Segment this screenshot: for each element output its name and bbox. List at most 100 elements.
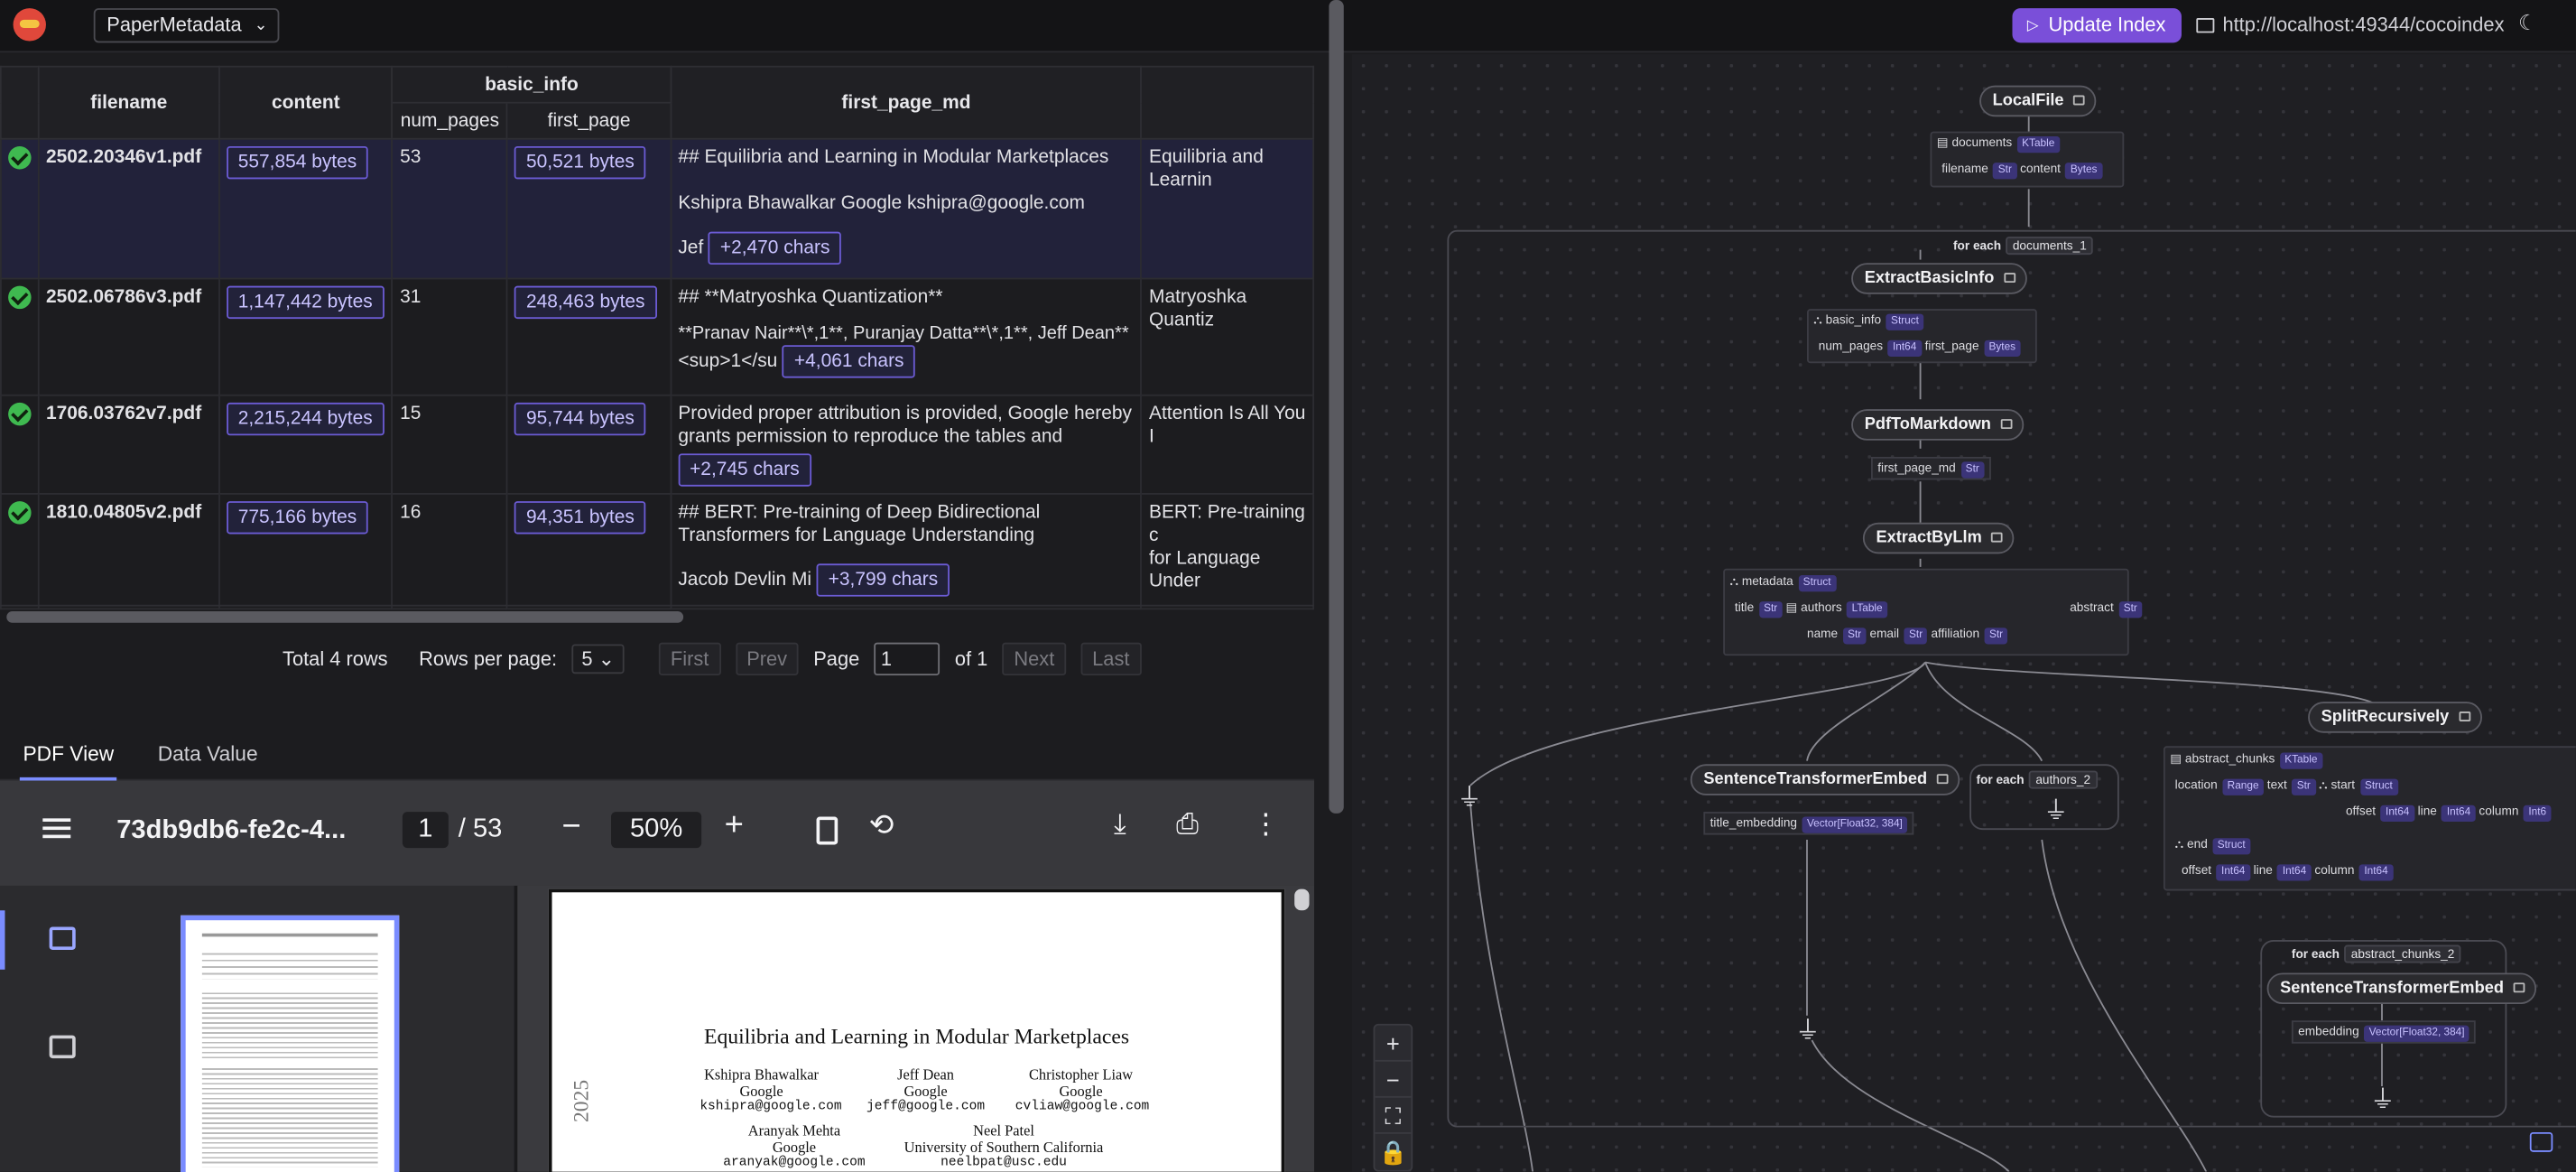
more-chars-pill[interactable]: +3,799 chars xyxy=(816,563,950,597)
node-local-file[interactable]: LocalFile xyxy=(1979,85,2097,117)
export-funnel-icon[interactable]: ⏚ xyxy=(2043,792,2068,826)
content-pill[interactable]: 557,854 bytes xyxy=(226,145,368,180)
node-info-icon xyxy=(2004,273,2015,284)
author-block: Jeff Dean Google jeff@google.com xyxy=(866,1066,986,1114)
more-chars-pill[interactable]: +2,745 chars xyxy=(678,453,811,487)
theme-toggle-moon-icon[interactable]: ☾ xyxy=(2518,10,2537,36)
export-funnel-icon[interactable]: ⏚ xyxy=(1457,779,1481,814)
check-icon xyxy=(8,145,32,170)
node-pdf-to-markdown[interactable]: PdfToMarkdown xyxy=(1851,409,2025,441)
first-page-pill[interactable]: 94,351 bytes xyxy=(514,501,646,535)
horizontal-scrollbar[interactable] xyxy=(6,611,684,623)
page-scrollbar[interactable] xyxy=(1294,888,1310,911)
first-page-button[interactable]: First xyxy=(659,642,721,676)
md-line: ## BERT: Pre-training of Deep Bidirectio… xyxy=(678,502,1041,523)
pdf-zoom-value[interactable]: 50% xyxy=(611,812,702,849)
arxiv-margin-year: 2025 xyxy=(568,1079,594,1123)
table-row[interactable]: 1706.03762v7.pdf 2,215,244 bytes 15 95,7… xyxy=(0,394,1314,495)
export-funnel-icon[interactable]: ⏚ xyxy=(1795,1012,1820,1046)
field-row: ⛬ metadata Struct xyxy=(1729,572,1837,592)
rotate-icon[interactable]: ⟲ xyxy=(869,808,894,842)
outline-icon[interactable] xyxy=(49,1035,76,1059)
col-header-content[interactable]: content xyxy=(218,65,394,140)
field-row: ▤ abstract_chunks KTable xyxy=(2170,749,2322,769)
print-icon[interactable]: ⎙ xyxy=(1176,808,1199,841)
app-logo-icon xyxy=(13,8,46,42)
left-panel: filename content basic_info first_page_m… xyxy=(0,54,1314,1172)
col-header-basic-info[interactable]: basic_info xyxy=(391,65,672,104)
minimap-toggle-icon[interactable] xyxy=(2529,1131,2553,1152)
check-icon xyxy=(8,285,32,310)
download-icon[interactable]: ⤓ xyxy=(1114,808,1126,841)
zoom-out-icon[interactable]: − xyxy=(561,808,580,846)
next-page-button[interactable]: Next xyxy=(1002,642,1067,676)
md-line: Kshipra Bhawalkar Google kshipra@google.… xyxy=(678,193,1085,214)
table-row[interactable]: 2502.20346v1.pdf 557,854 bytes 53 50,521… xyxy=(0,137,1314,280)
col-header-first-page[interactable]: first_page xyxy=(506,101,672,140)
filename-cell: 1706.03762v7.pdf xyxy=(37,394,220,495)
flow-select[interactable]: PaperMetadata ⌄ xyxy=(93,8,280,43)
node-extract-by-llm[interactable]: ExtractByLlm xyxy=(1862,522,2015,554)
last-page-button[interactable]: Last xyxy=(1080,642,1142,676)
zoom-out-icon[interactable]: − xyxy=(1375,1062,1412,1098)
rows-per-page-value: 5 xyxy=(581,647,593,671)
node-split-recursively[interactable]: SplitRecursively xyxy=(2308,702,2482,733)
col-header-num-pages[interactable]: num_pages xyxy=(391,101,508,140)
col-header-first-page-md[interactable]: first_page_md xyxy=(670,65,1143,140)
page-thumbnail[interactable] xyxy=(181,915,400,1172)
zoom-in-icon[interactable]: + xyxy=(725,807,744,845)
node-sentence-transformer-embed[interactable]: SentenceTransformerEmbed xyxy=(1690,764,1960,795)
update-index-label: Update Index xyxy=(2048,13,2166,37)
node-info-icon xyxy=(2073,95,2086,106)
menu-icon[interactable] xyxy=(42,818,71,839)
md-line: ## **Matryoshka Quantization** xyxy=(678,287,943,308)
content-pill[interactable]: 2,215,244 bytes xyxy=(226,402,385,436)
content-pill[interactable]: 775,166 bytes xyxy=(226,501,368,535)
divider xyxy=(0,604,1314,607)
next-col-cell: BERT: Pre-training c xyxy=(1149,502,1305,546)
table-row[interactable]: 1810.04805v2.pdf 775,166 bytes 16 94,351… xyxy=(0,493,1314,610)
lock-icon[interactable]: 🔒 xyxy=(1375,1134,1411,1170)
node-info-icon xyxy=(2000,419,2013,430)
first-page-pill[interactable]: 248,463 bytes xyxy=(514,285,657,320)
node-info-icon xyxy=(2513,982,2525,993)
page-input[interactable] xyxy=(874,642,941,676)
next-col-cell: Attention Is All You I xyxy=(1140,394,1314,495)
rows-per-page-select[interactable]: 5 ⌄ xyxy=(571,644,625,674)
first-page-pill[interactable]: 95,744 bytes xyxy=(514,402,646,436)
check-icon xyxy=(8,501,32,525)
more-chars-pill[interactable]: +4,061 chars xyxy=(783,345,916,378)
foreach-label: for each abstract_chunks_2 xyxy=(2292,944,2461,963)
filename-cell: 1810.04805v2.pdf xyxy=(37,493,220,610)
pdf-sidebar xyxy=(0,885,534,1172)
active-indicator xyxy=(0,910,5,970)
fit-view-icon[interactable]: ⛶ xyxy=(1375,1098,1412,1134)
foreach-label: for each documents_1 xyxy=(1953,237,2094,256)
node-extract-basic-info[interactable]: ExtractBasicInfo xyxy=(1851,263,2027,294)
col-header-filename[interactable]: filename xyxy=(37,65,220,140)
num-pages-cell: 31 xyxy=(391,277,508,396)
tab-pdf-view[interactable]: PDF View xyxy=(19,743,118,781)
more-chars-pill[interactable]: +2,470 chars xyxy=(709,231,842,265)
update-index-button[interactable]: ▷ Update Index xyxy=(2012,8,2182,43)
paper-title: Equilibria and Learning in Modular Marke… xyxy=(704,1023,1130,1049)
more-options-icon[interactable]: ⋮ xyxy=(1252,808,1280,841)
prev-page-button[interactable]: Prev xyxy=(735,642,799,676)
pagination: Total 4 rows Rows per page: 5 ⌄ First Pr… xyxy=(283,642,1142,676)
table-icon: ▤ xyxy=(1936,135,1952,150)
thumbnails-icon[interactable] xyxy=(49,926,76,950)
first-page-pill[interactable]: 50,521 bytes xyxy=(514,145,646,180)
table-row[interactable]: 2502.06786v3.pdf 1,147,442 bytes 31 248,… xyxy=(0,277,1314,396)
table-vertical-scrollbar[interactable] xyxy=(1329,0,1344,814)
fit-page-icon[interactable] xyxy=(816,816,839,845)
field-row: ▤ documents KTable xyxy=(1937,133,2060,153)
flow-graph-canvas[interactable]: LocalFile ▤ documents KTable filename Str … xyxy=(1351,54,2576,1172)
chevron-down-icon: ⌄ xyxy=(254,16,268,35)
export-funnel-icon[interactable]: ⏚ xyxy=(2370,1082,2395,1116)
node-sentence-transformer-embed[interactable]: SentenceTransformerEmbed xyxy=(2266,972,2537,1005)
col-header-next xyxy=(1140,65,1314,140)
zoom-in-icon[interactable]: + xyxy=(1375,1026,1412,1062)
content-pill[interactable]: 1,147,442 bytes xyxy=(226,285,385,320)
tab-data-value[interactable]: Data Value xyxy=(158,743,258,766)
pdf-page-input[interactable]: 1 xyxy=(402,812,449,849)
